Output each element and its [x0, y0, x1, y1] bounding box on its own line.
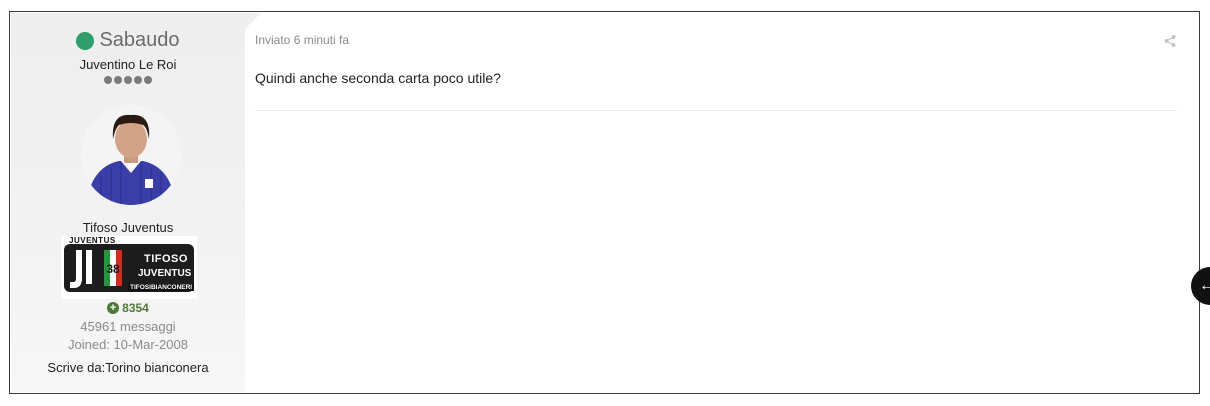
badge-number: 38: [106, 262, 120, 276]
rank-pip: [124, 76, 132, 84]
author-title: Juventino Le Roi: [79, 57, 177, 72]
post-timestamp[interactable]: Inviato 6 minuti fa: [255, 33, 349, 47]
author-panel-pointer: [245, 13, 261, 29]
rank-pip: [134, 76, 142, 84]
avatar[interactable]: [81, 105, 181, 205]
rank-pip: [114, 76, 122, 84]
rank-pips: [11, 76, 245, 84]
group-badge: JUVENTUS 38 TIFOSO JUVENTUS TIFOSIBIANCO…: [61, 236, 197, 299]
badge-body: 38 TIFOSO JUVENTUS TIFOSIBIANCONERI: [64, 244, 195, 292]
rank-pip: [144, 76, 152, 84]
post-divider: [255, 110, 1177, 111]
joined-date: Joined: 10-Mar-2008: [68, 337, 188, 352]
author-location: Scrive da:Torino bianconera: [47, 360, 209, 375]
post-content: Quindi anche seconda carta poco utile?: [255, 70, 501, 86]
plus-circle-icon: +: [107, 302, 120, 314]
badge-line1: TIFOSO: [144, 253, 188, 265]
rank-pip: [104, 76, 112, 84]
badge-line2: JUVENTUS: [138, 268, 192, 279]
author-name-row[interactable]: Sabaudo: [11, 29, 245, 52]
group-title: Tifoso Juventus: [82, 220, 174, 235]
author-name[interactable]: Sabaudo: [99, 29, 179, 52]
author-panel: Sabaudo Juventino Le Roi Tifoso Juventus: [11, 13, 245, 392]
share-icon[interactable]: [1163, 34, 1177, 48]
reputation-badge[interactable]: + 8354: [11, 301, 245, 315]
online-status-indicator: [76, 31, 95, 50]
forum-post: Sabaudo Juventino Le Roi Tifoso Juventus: [9, 11, 1200, 394]
badge-site: TIFOSIBIANCONERI: [128, 284, 195, 291]
post-count: 45961 messaggi: [80, 319, 176, 334]
reputation-count: 8354: [122, 301, 149, 315]
